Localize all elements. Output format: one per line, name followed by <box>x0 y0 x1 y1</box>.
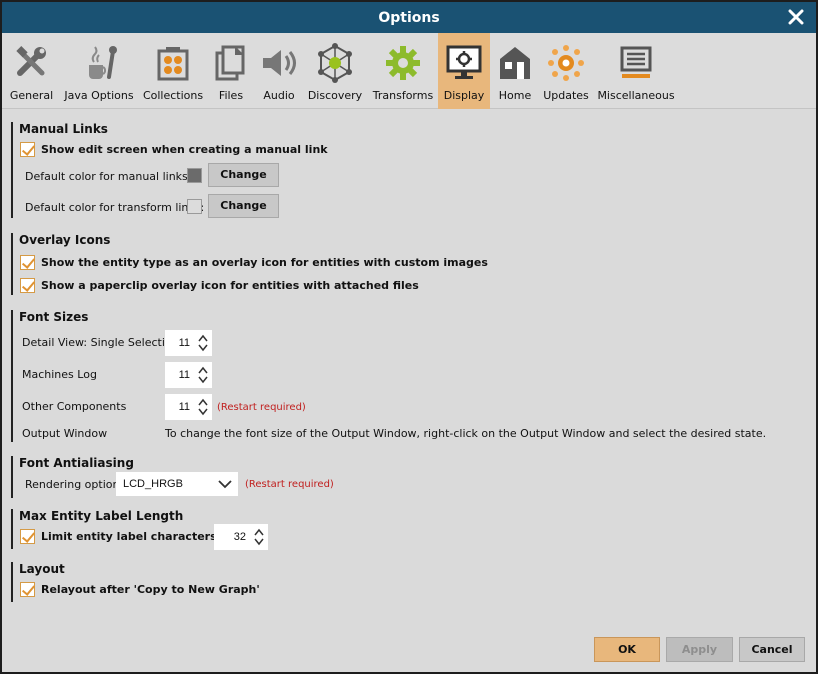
section-divider <box>11 456 13 498</box>
chevron-down-icon <box>218 480 232 489</box>
section-divider <box>11 310 13 442</box>
section-divider <box>11 122 13 218</box>
select-value: LCD_HRGB <box>123 478 183 490</box>
section-divider <box>11 509 13 549</box>
label-length-spinner[interactable]: 32 <box>214 524 268 550</box>
arrow-down-icon[interactable] <box>198 376 208 384</box>
tab-label: Collections <box>142 89 204 102</box>
tab-miscellaneous[interactable]: Miscellaneous <box>597 33 675 109</box>
rendering-options-label: Rendering options <box>25 478 126 491</box>
tab-general[interactable]: General <box>8 33 55 109</box>
title-bar: Options <box>2 2 816 33</box>
spinner-value: 11 <box>178 337 190 349</box>
limit-label-checkbox[interactable] <box>20 529 35 544</box>
relayout-label[interactable]: Relayout after 'Copy to New Graph' <box>41 583 260 596</box>
home-icon <box>500 47 530 79</box>
arrow-up-icon[interactable] <box>198 366 208 374</box>
close-icon <box>788 9 804 25</box>
arrow-down-icon[interactable] <box>198 408 208 416</box>
tab-discovery[interactable]: Discovery <box>307 33 363 109</box>
options-toolbar: General Java Options Collections Files A… <box>2 33 816 109</box>
other-components-font-spinner[interactable]: 11 <box>165 394 212 420</box>
options-dialog: Options General Java Options Collections… <box>0 0 818 674</box>
transform-link-color-label: Default color for transform links: <box>25 201 205 214</box>
display-settings-panel: Manual Links Show edit screen when creat… <box>2 110 816 672</box>
font-sizes-heading: Font Sizes <box>19 310 89 324</box>
entity-type-overlay-label[interactable]: Show the entity type as an overlay icon … <box>41 256 488 269</box>
updates-icon <box>548 45 584 81</box>
output-window-label: Output Window <box>22 427 108 440</box>
arrow-up-icon[interactable] <box>198 398 208 406</box>
cancel-button[interactable]: Cancel <box>739 637 805 662</box>
relayout-checkbox[interactable] <box>20 582 35 597</box>
change-transform-color-button[interactable]: Change <box>208 194 279 218</box>
tab-home[interactable]: Home <box>496 33 534 109</box>
detail-view-font-spinner[interactable]: 11 <box>165 330 212 356</box>
arrow-up-icon[interactable] <box>198 334 208 342</box>
detail-view-label: Detail View: Single Selection <box>22 336 179 349</box>
tab-label: Miscellaneous <box>597 89 675 102</box>
show-edit-screen-checkbox[interactable] <box>20 142 35 157</box>
gear-icon <box>386 46 420 80</box>
manual-links-heading: Manual Links <box>19 122 108 136</box>
network-icon <box>318 43 352 83</box>
close-button[interactable] <box>786 6 806 28</box>
tab-label: Home <box>498 89 532 102</box>
arrow-down-icon[interactable] <box>254 538 264 546</box>
transform-link-color-swatch[interactable] <box>187 199 202 214</box>
manual-link-color-swatch[interactable] <box>187 168 202 183</box>
overlay-icons-heading: Overlay Icons <box>19 233 111 247</box>
arrow-up-icon[interactable] <box>254 528 264 536</box>
section-divider <box>11 562 13 602</box>
manual-link-color-label: Default color for manual links: <box>25 170 192 183</box>
change-manual-color-button[interactable]: Change <box>208 163 279 187</box>
machines-log-font-spinner[interactable]: 11 <box>165 362 212 388</box>
tab-collections[interactable]: Collections <box>142 33 204 109</box>
limit-label-text[interactable]: Limit entity label characters to <box>41 530 233 543</box>
tab-label: Transforms <box>372 89 434 102</box>
show-edit-screen-label[interactable]: Show edit screen when creating a manual … <box>41 143 328 156</box>
font-antialiasing-heading: Font Antialiasing <box>19 456 134 470</box>
monitor-icon <box>446 45 482 79</box>
section-divider <box>11 233 13 295</box>
misc-icon <box>620 46 652 78</box>
max-label-length-heading: Max Entity Label Length <box>19 509 184 523</box>
tab-label: Updates <box>543 89 589 102</box>
tools-icon <box>15 46 46 76</box>
java-icon <box>89 46 117 79</box>
tab-label: Java Options <box>64 89 134 102</box>
output-window-note: To change the font size of the Output Wi… <box>165 427 767 440</box>
tab-label: General <box>9 89 54 102</box>
paperclip-overlay-label[interactable]: Show a paperclip overlay icon for entiti… <box>41 279 419 292</box>
other-components-label: Other Components <box>22 400 127 413</box>
tab-files[interactable]: Files <box>212 33 250 109</box>
tab-updates[interactable]: Updates <box>543 33 589 109</box>
tab-label: Files <box>218 89 244 102</box>
apply-button[interactable]: Apply <box>666 637 733 662</box>
tab-java-options[interactable]: Java Options <box>63 33 135 109</box>
tab-transforms[interactable]: Transforms <box>372 33 434 109</box>
restart-required-note: (Restart required) <box>217 402 306 413</box>
rendering-options-select[interactable]: LCD_HRGB <box>116 472 238 496</box>
spinner-value: 11 <box>178 401 190 413</box>
tab-display[interactable]: Display <box>438 33 490 109</box>
arrow-down-icon[interactable] <box>198 344 208 352</box>
layout-heading: Layout <box>19 562 65 576</box>
paperclip-overlay-checkbox[interactable] <box>20 278 35 293</box>
files-icon <box>215 45 245 81</box>
speaker-icon <box>263 50 296 76</box>
machines-log-label: Machines Log <box>22 368 97 381</box>
ok-button[interactable]: OK <box>594 637 660 662</box>
collections-icon <box>157 47 189 81</box>
tab-label: Discovery <box>307 89 363 102</box>
spinner-value: 32 <box>233 531 246 543</box>
tab-audio[interactable]: Audio <box>259 33 299 109</box>
entity-type-overlay-checkbox[interactable] <box>20 255 35 270</box>
tab-label: Audio <box>263 89 295 102</box>
restart-required-note: (Restart required) <box>245 479 334 490</box>
window-title: Options <box>378 10 440 26</box>
tab-label: Display <box>443 89 485 102</box>
spinner-value: 11 <box>178 369 190 381</box>
